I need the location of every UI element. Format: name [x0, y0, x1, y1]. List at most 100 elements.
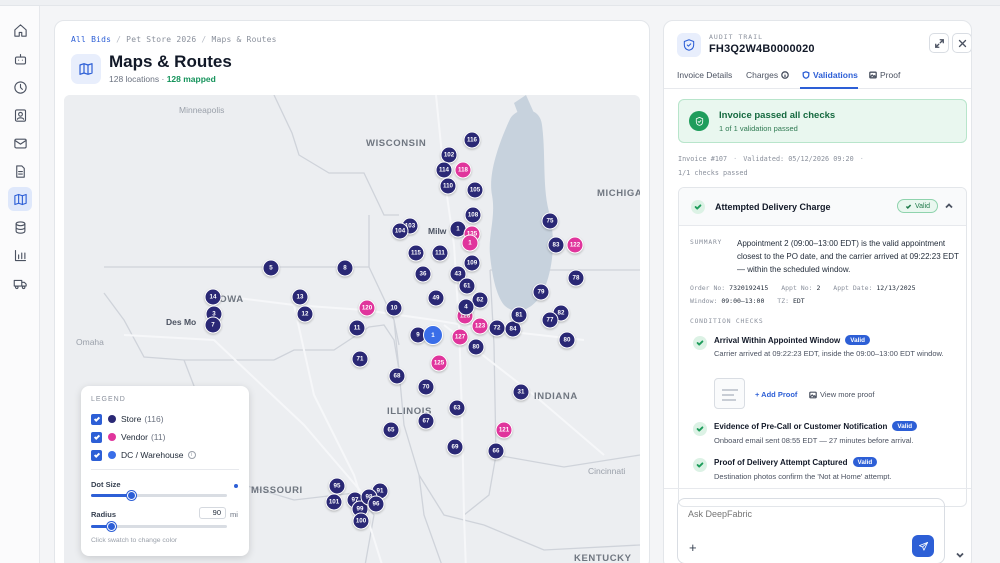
store-marker[interactable]: 36 [414, 265, 432, 283]
store-marker[interactable]: 31 [512, 383, 530, 401]
store-marker[interactable]: 66 [487, 442, 505, 460]
store-marker[interactable]: 83 [547, 236, 565, 254]
chevron-up-icon[interactable] [944, 201, 954, 211]
store-marker[interactable]: 12 [296, 305, 314, 323]
store-marker[interactable]: 104 [391, 222, 409, 240]
radius-thumb[interactable] [106, 522, 116, 531]
store-marker[interactable]: 110 [439, 177, 457, 195]
dot-size-slider[interactable] [91, 491, 227, 500]
store-marker[interactable]: 4 [457, 298, 475, 316]
vendor-marker[interactable]: 121 [495, 421, 513, 439]
map-label-omaha: Omaha [76, 337, 104, 347]
store-marker[interactable]: 13 [291, 288, 309, 306]
vendor-marker[interactable]: 1 [461, 234, 479, 252]
store-marker[interactable]: 79 [532, 283, 550, 301]
expand-button[interactable] [929, 33, 949, 53]
radius-slider[interactable] [91, 522, 227, 531]
store-marker[interactable]: 63 [448, 399, 466, 417]
send-button[interactable] [912, 535, 934, 557]
store-marker[interactable]: 10 [385, 299, 403, 317]
clock-icon[interactable] [8, 75, 32, 99]
proof-thumbnail[interactable] [714, 378, 745, 409]
check-icon [693, 422, 707, 436]
chevron-down-icon[interactable] [955, 550, 965, 560]
store-marker[interactable]: 80 [558, 331, 576, 349]
store-marker[interactable]: 114 [435, 161, 453, 179]
mail-icon[interactable] [8, 131, 32, 155]
document-icon[interactable] [8, 159, 32, 183]
tab-validations[interactable]: Validations [802, 70, 858, 80]
vendor-marker[interactable]: 123 [471, 317, 489, 335]
tab-charges[interactable]: Charges [746, 70, 789, 80]
check-card-header[interactable]: Attempted Delivery Charge Valid [679, 188, 966, 226]
vendor-checkbox[interactable] [91, 431, 102, 443]
radius-input[interactable]: 90 [199, 507, 226, 519]
dc-swatch[interactable] [108, 451, 116, 459]
map-canvas[interactable]: Minneapolis WISCONSIN MICHIGA IOWA Des Mo Oma… [64, 95, 640, 563]
store-marker[interactable]: 5 [262, 259, 280, 277]
legend-item-dc[interactable]: DC / Warehouse i [91, 449, 196, 461]
store-marker[interactable]: 80 [467, 338, 485, 356]
store-checkbox[interactable] [91, 413, 102, 425]
legend-item-store[interactable]: Store (116) [91, 413, 164, 425]
bar-chart-icon[interactable] [8, 243, 32, 267]
store-marker[interactable]: 69 [446, 438, 464, 456]
database-icon[interactable] [8, 215, 32, 239]
vendor-marker[interactable]: 125 [430, 354, 448, 372]
store-marker[interactable]: 95 [328, 477, 346, 495]
dot-size-thumb[interactable] [127, 491, 137, 500]
map-icon[interactable] [8, 187, 32, 211]
vendor-marker[interactable]: 118 [454, 161, 472, 179]
store-marker[interactable]: 78 [567, 269, 585, 287]
store-marker[interactable]: 100 [352, 512, 370, 530]
store-marker[interactable]: 14 [204, 288, 222, 306]
vendor-swatch[interactable] [108, 433, 116, 441]
store-marker[interactable]: 71 [351, 350, 369, 368]
store-marker[interactable]: 111 [431, 244, 449, 262]
store-marker[interactable]: 67 [417, 412, 435, 430]
tab-proof[interactable]: Proof [869, 70, 900, 80]
vendor-marker[interactable]: 127 [451, 328, 469, 346]
store-marker[interactable]: 105 [466, 181, 484, 199]
store-marker[interactable]: 49 [427, 289, 445, 307]
store-marker[interactable]: 109 [463, 254, 481, 272]
contact-card-icon[interactable] [8, 103, 32, 127]
breadcrumb-project[interactable]: Pet Store 2026 [126, 35, 196, 44]
store-marker[interactable]: 7 [204, 316, 222, 334]
store-swatch[interactable] [108, 415, 116, 423]
home-icon[interactable] [8, 18, 32, 42]
breadcrumb-all-bids[interactable]: All Bids [71, 35, 111, 44]
legend-item-vendor[interactable]: Vendor (11) [91, 431, 165, 443]
store-marker[interactable]: 70 [417, 378, 435, 396]
store-marker[interactable]: 65 [382, 421, 400, 439]
chat-input[interactable] [688, 509, 928, 519]
dc-checkbox[interactable] [91, 449, 102, 461]
vendor-marker[interactable]: 120 [358, 299, 376, 317]
store-marker[interactable]: 116 [463, 131, 481, 149]
store-marker[interactable]: 77 [541, 311, 559, 329]
store-marker[interactable]: 8 [336, 259, 354, 277]
image-icon [809, 391, 817, 398]
add-attachment-button[interactable]: + [689, 540, 697, 555]
add-proof-button[interactable]: + Add Proof [755, 390, 797, 399]
store-marker[interactable]: 11 [348, 319, 366, 337]
store-marker[interactable]: 81 [510, 306, 528, 324]
close-button[interactable] [952, 33, 971, 53]
legend-vendor-count: (11) [150, 432, 166, 442]
truck-icon[interactable] [8, 271, 32, 295]
robot-icon[interactable] [8, 47, 32, 71]
view-more-proof-button[interactable]: View more proof [809, 390, 874, 399]
store-marker[interactable]: 72 [488, 319, 506, 337]
store-marker[interactable]: 96 [367, 495, 385, 513]
store-marker[interactable]: 115 [407, 244, 425, 262]
radius-unit: mi [230, 510, 238, 519]
store-marker[interactable]: 75 [541, 212, 559, 230]
info-icon[interactable]: i [187, 451, 196, 459]
store-marker[interactable]: 108 [464, 206, 482, 224]
store-marker[interactable]: 61 [458, 277, 476, 295]
dc-marker[interactable]: 1 [423, 325, 443, 345]
vendor-marker[interactable]: 122 [566, 236, 584, 254]
tab-invoice-details[interactable]: Invoice Details [677, 70, 732, 80]
store-marker[interactable]: 68 [388, 367, 406, 385]
store-marker[interactable]: 101 [325, 493, 343, 511]
